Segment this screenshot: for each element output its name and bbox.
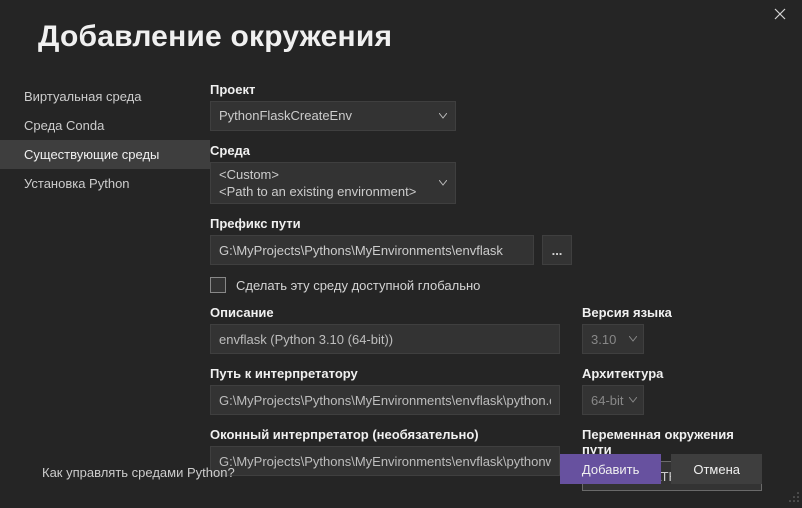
prefix-path-input[interactable]: [210, 235, 534, 265]
chevron-down-icon: [439, 113, 447, 119]
sidebar: Виртуальная среда Среда Conda Существующ…: [0, 82, 210, 503]
browse-button[interactable]: ...: [542, 235, 572, 265]
language-version-label: Версия языка: [582, 305, 762, 320]
environment-value-line2: <Path to an existing environment>: [219, 184, 431, 201]
sidebar-item-label: Виртуальная среда: [24, 89, 141, 104]
dialog-title: Добавление окружения: [0, 0, 802, 54]
sidebar-item-label: Существующие среды: [24, 147, 159, 162]
close-icon[interactable]: [774, 8, 790, 24]
architecture-select[interactable]: 64-bit: [582, 385, 644, 415]
add-button[interactable]: Добавить: [560, 454, 661, 484]
environment-label: Среда: [210, 143, 762, 158]
cancel-button[interactable]: Отмена: [671, 454, 762, 484]
environment-value-line1: <Custom>: [219, 167, 431, 184]
windowed-interpreter-label: Оконный интерпретатор (необязательно): [210, 427, 562, 442]
interpreter-path-label: Путь к интерпретатору: [210, 366, 562, 381]
architecture-label: Архитектура: [582, 366, 762, 381]
chevron-down-icon: [629, 336, 637, 342]
windowed-interpreter-input[interactable]: [210, 446, 560, 476]
main-panel: Проект PythonFlaskCreateEnv Среда <Custo…: [210, 82, 802, 503]
prefix-path-label: Префикс пути: [210, 216, 762, 231]
sidebar-item-conda-env[interactable]: Среда Conda: [0, 111, 210, 140]
make-global-checkbox[interactable]: [210, 277, 226, 293]
sidebar-item-virtual-env[interactable]: Виртуальная среда: [0, 82, 210, 111]
project-select[interactable]: PythonFlaskCreateEnv: [210, 101, 456, 131]
project-select-value: PythonFlaskCreateEnv: [219, 108, 352, 123]
sidebar-item-label: Среда Conda: [24, 118, 104, 133]
description-input[interactable]: [210, 324, 560, 354]
project-label: Проект: [210, 82, 762, 97]
make-global-label: Сделать эту среду доступной глобально: [236, 278, 480, 293]
sidebar-item-label: Установка Python: [24, 176, 130, 191]
description-label: Описание: [210, 305, 562, 320]
language-version-value: 3.10: [591, 332, 616, 347]
sidebar-item-existing-envs[interactable]: Существующие среды: [0, 140, 210, 169]
browse-label: ...: [552, 243, 563, 258]
path-env-var-label: Переменная окружения пути: [582, 427, 762, 457]
architecture-value: 64-bit: [591, 393, 624, 408]
language-version-select[interactable]: 3.10: [582, 324, 644, 354]
chevron-down-icon: [629, 397, 637, 403]
sidebar-item-install-python[interactable]: Установка Python: [0, 169, 210, 198]
chevron-down-icon: [439, 180, 447, 186]
help-link[interactable]: Как управлять средами Python?: [42, 465, 235, 480]
environment-select[interactable]: <Custom> <Path to an existing environmen…: [210, 162, 456, 204]
interpreter-path-input[interactable]: [210, 385, 560, 415]
resize-grip-icon[interactable]: [788, 491, 800, 506]
